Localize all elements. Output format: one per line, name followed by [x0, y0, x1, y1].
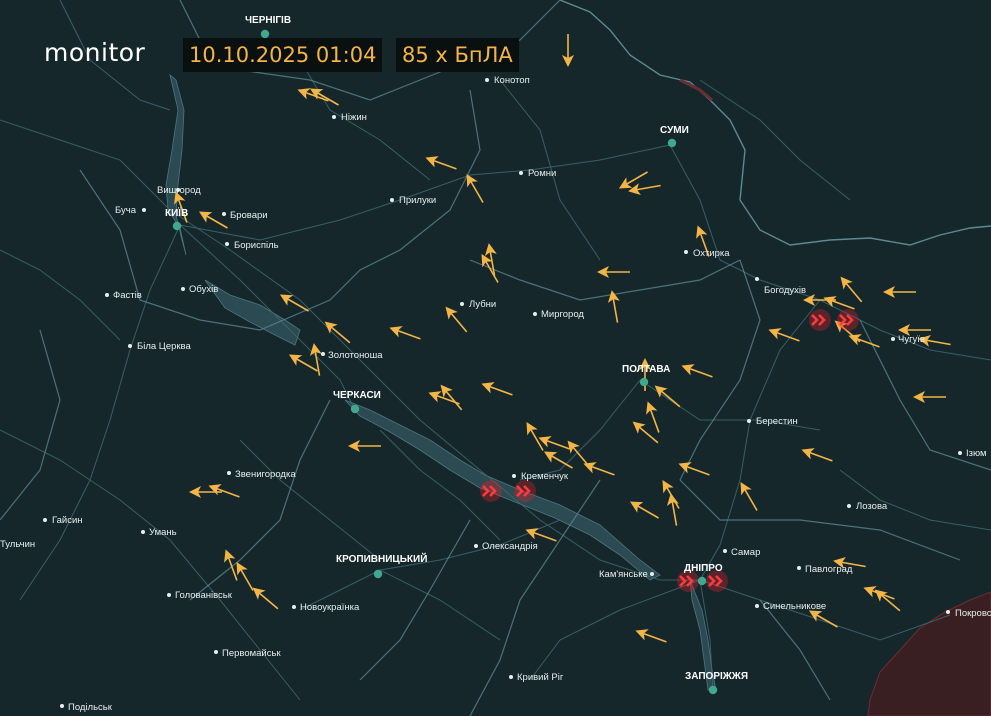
- svg-text:Фастів: Фастів: [113, 290, 142, 301]
- svg-text:КРОПИВНИЦЬКИЙ: КРОПИВНИЦЬКИЙ: [336, 552, 427, 565]
- svg-text:Миргород: Миргород: [541, 309, 584, 320]
- svg-text:Буча: Буча: [115, 205, 137, 216]
- city-holovanivsk: Голованівськ: [167, 590, 233, 601]
- svg-text:Чугуїв: Чугуїв: [898, 334, 925, 345]
- svg-text:Богодухів: Богодухів: [764, 285, 806, 296]
- city-myrhorod: Миргород: [533, 309, 584, 320]
- svg-text:ЧЕРКАСИ: ЧЕРКАСИ: [333, 390, 381, 401]
- city-boryspil: Бориспіль: [225, 240, 279, 251]
- city-zolotonosha: Золотоноша: [321, 350, 383, 361]
- svg-text:Кременчук: Кременчук: [521, 471, 569, 482]
- svg-text:Бровари: Бровари: [230, 210, 268, 221]
- brand-logo: monitor: [44, 38, 146, 67]
- city-kryvyi-rih: Кривий Ріг: [509, 672, 564, 683]
- svg-text:Кам'янське: Кам'янське: [599, 569, 648, 580]
- svg-text:Первомайськ: Первомайськ: [222, 648, 281, 659]
- svg-text:Голованівськ: Голованівськ: [175, 590, 233, 601]
- city-vyshhorod: Вишгород: [157, 185, 201, 196]
- svg-text:Покровськ: Покровськ: [955, 608, 991, 619]
- city-tulchyn: Тульчин: [0, 539, 35, 550]
- datetime-badge: 10.10.2025 01:04: [183, 38, 383, 72]
- explosion-marker: [480, 480, 502, 502]
- map-canvas[interactable]: ЧЕРНІГІВ Ніжин Конотоп СУМИ Вишгород Буч…: [0, 0, 991, 716]
- svg-text:Подільськ: Подільськ: [68, 702, 113, 713]
- svg-text:КИЇВ: КИЇВ: [165, 206, 188, 219]
- svg-text:Охтирка: Охтирка: [693, 248, 730, 259]
- city-synelnykove: Синельникове: [755, 601, 826, 612]
- svg-text:ПОЛТАВА: ПОЛТАВА: [622, 364, 670, 375]
- city-kamianske: Кам'янське: [599, 569, 654, 580]
- svg-text:Умань: Умань: [149, 527, 177, 538]
- svg-text:Тульчин: Тульчин: [0, 539, 35, 550]
- svg-text:ЗАПОРІЖЖЯ: ЗАПОРІЖЖЯ: [685, 671, 748, 682]
- svg-text:Золотоноша: Золотоноша: [328, 350, 383, 361]
- svg-text:Лозова: Лозова: [856, 501, 888, 512]
- drone-count-badge: 85 x БпЛА: [396, 38, 519, 72]
- svg-text:Олександрія: Олександрія: [482, 541, 538, 552]
- explosion-marker: [809, 309, 831, 331]
- svg-text:Звенигородка: Звенигородка: [235, 469, 296, 480]
- city-pervomaisk: Первомайськ: [214, 648, 281, 659]
- svg-text:Бориспіль: Бориспіль: [234, 240, 279, 251]
- svg-text:Біла Церква: Біла Церква: [137, 341, 192, 352]
- city-kremenchuk: Кременчук: [512, 471, 569, 482]
- city-podilsk: Подільськ: [60, 702, 113, 713]
- explosion-marker: [837, 309, 859, 331]
- svg-text:Обухів: Обухів: [189, 284, 218, 295]
- svg-text:Ізюм: Ізюм: [966, 448, 987, 459]
- svg-text:Лубни: Лубни: [469, 299, 496, 310]
- explosion-marker: [514, 480, 536, 502]
- svg-text:Конотоп: Конотоп: [494, 75, 530, 86]
- svg-text:Самар: Самар: [731, 547, 760, 558]
- svg-text:Новоукраїнка: Новоукраїнка: [300, 602, 360, 613]
- city-oleksandriia: Олександрія: [474, 541, 538, 552]
- svg-text:Гайсин: Гайсин: [52, 515, 83, 526]
- svg-text:Синельникове: Синельникове: [763, 601, 826, 612]
- svg-text:Прилуки: Прилуки: [399, 195, 436, 206]
- svg-text:Павлоград: Павлоград: [805, 564, 853, 575]
- svg-text:Ромни: Ромни: [528, 168, 556, 179]
- svg-text:ЧЕРНІГІВ: ЧЕРНІГІВ: [245, 15, 291, 26]
- city-novoukrainka: Новоукраїнка: [292, 602, 360, 613]
- svg-text:Берестин: Берестин: [756, 416, 798, 427]
- city-zvenyhorodka: Звенигородка: [227, 469, 296, 480]
- city-bila-tserkva: Біла Церква: [128, 341, 192, 352]
- svg-text:Ніжин: Ніжин: [341, 112, 367, 123]
- city-pavlohrad: Павлоград: [797, 564, 853, 575]
- svg-text:СУМИ: СУМИ: [660, 125, 689, 136]
- svg-text:Кривий Ріг: Кривий Ріг: [517, 672, 564, 683]
- svg-text:ДНІПРО: ДНІПРО: [684, 563, 723, 574]
- svg-text:Вишгород: Вишгород: [157, 185, 201, 196]
